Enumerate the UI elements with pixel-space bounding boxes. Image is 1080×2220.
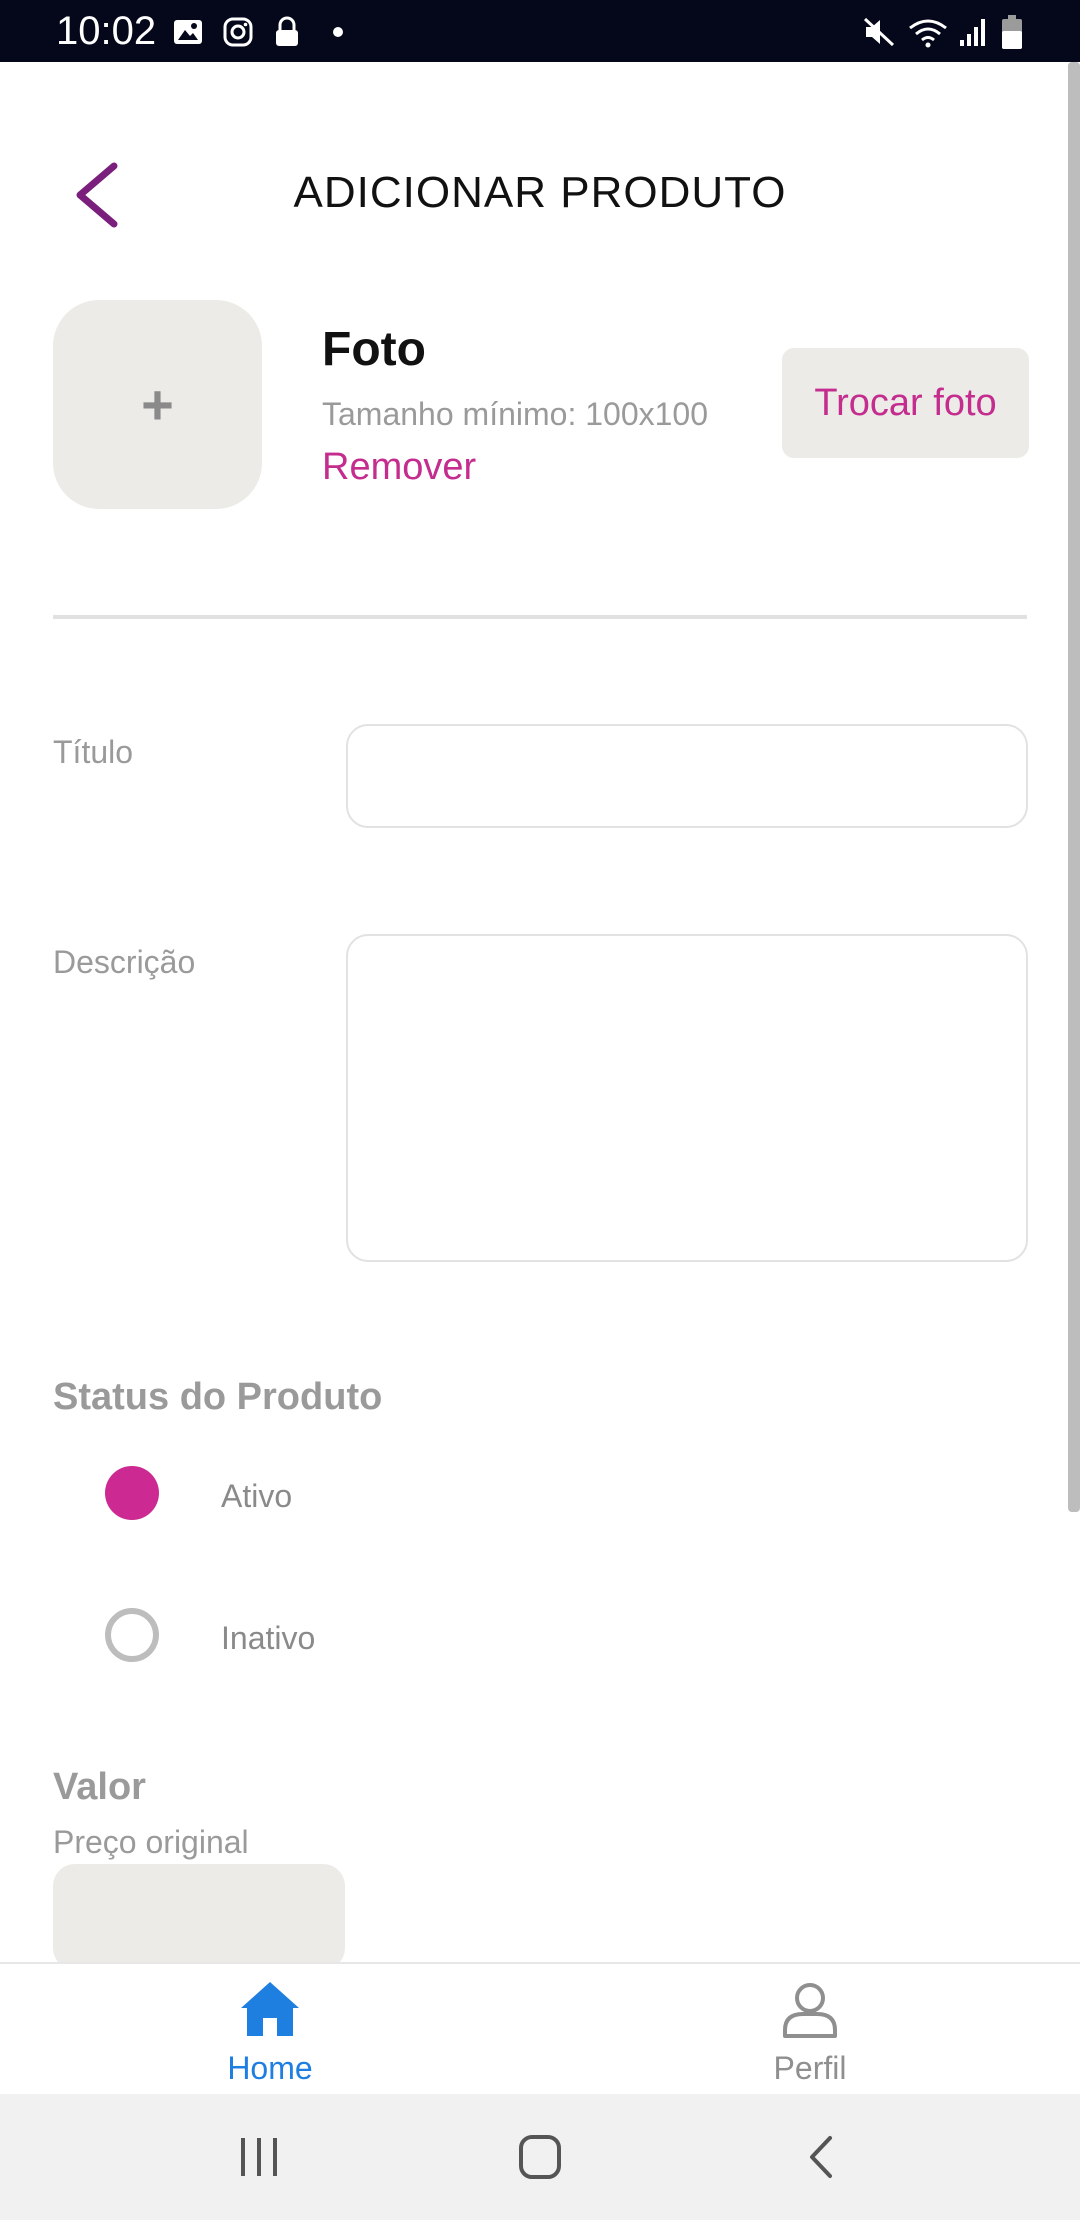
photo-thumbnail[interactable]: +	[53, 300, 262, 509]
status-bar: 10:02	[0, 0, 1080, 62]
price-heading: Valor	[53, 1766, 146, 1808]
tab-home-label: Home	[227, 2050, 313, 2086]
tab-profile-label: Perfil	[773, 2050, 847, 2086]
system-nav-bar	[0, 2094, 1080, 2220]
home-circle-icon[interactable]	[500, 2122, 580, 2192]
original-price-label: Preço original	[53, 1824, 249, 1860]
scrollbar[interactable]	[1068, 62, 1080, 1512]
change-photo-button[interactable]: Trocar foto	[782, 348, 1029, 458]
signal-icon	[960, 19, 985, 46]
radio-active[interactable]	[105, 1466, 159, 1520]
description-textarea[interactable]	[346, 934, 1028, 1262]
home-icon	[241, 1982, 299, 2036]
instagram-icon	[223, 17, 253, 47]
tab-home[interactable]: Home	[170, 1964, 370, 2094]
battery-icon	[1002, 15, 1022, 49]
section-divider	[53, 615, 1027, 619]
user-icon	[783, 1983, 837, 2038]
tab-profile[interactable]: Perfil	[710, 1964, 910, 2094]
bottom-tab-bar: Home Perfil	[0, 1962, 1080, 2094]
photo-title: Foto	[322, 323, 426, 376]
wifi-icon	[909, 19, 947, 48]
status-time: 10:02	[56, 9, 157, 53]
status-heading: Status do Produto	[53, 1376, 383, 1418]
lock-icon	[276, 16, 298, 46]
photo-size-hint: Tamanho mínimo: 100x100	[322, 396, 708, 432]
title-label: Título	[53, 734, 134, 770]
original-price-input[interactable]	[53, 1864, 345, 1970]
description-label: Descrição	[53, 944, 196, 980]
radio-inactive-label[interactable]: Inativo	[221, 1620, 315, 1657]
radio-active-label[interactable]: Ativo	[221, 1478, 292, 1515]
back-chevron-icon[interactable]	[782, 2122, 862, 2192]
image-icon	[174, 20, 202, 44]
remove-photo-link[interactable]: Remover	[322, 446, 476, 489]
plus-icon: +	[141, 372, 174, 436]
page-title: ADICIONAR PRODUTO	[293, 168, 787, 217]
recent-apps-icon[interactable]	[219, 2122, 299, 2192]
mute-icon	[863, 17, 895, 47]
radio-inactive[interactable]	[105, 1608, 159, 1662]
title-input[interactable]	[346, 724, 1028, 828]
notification-dot	[333, 27, 343, 37]
